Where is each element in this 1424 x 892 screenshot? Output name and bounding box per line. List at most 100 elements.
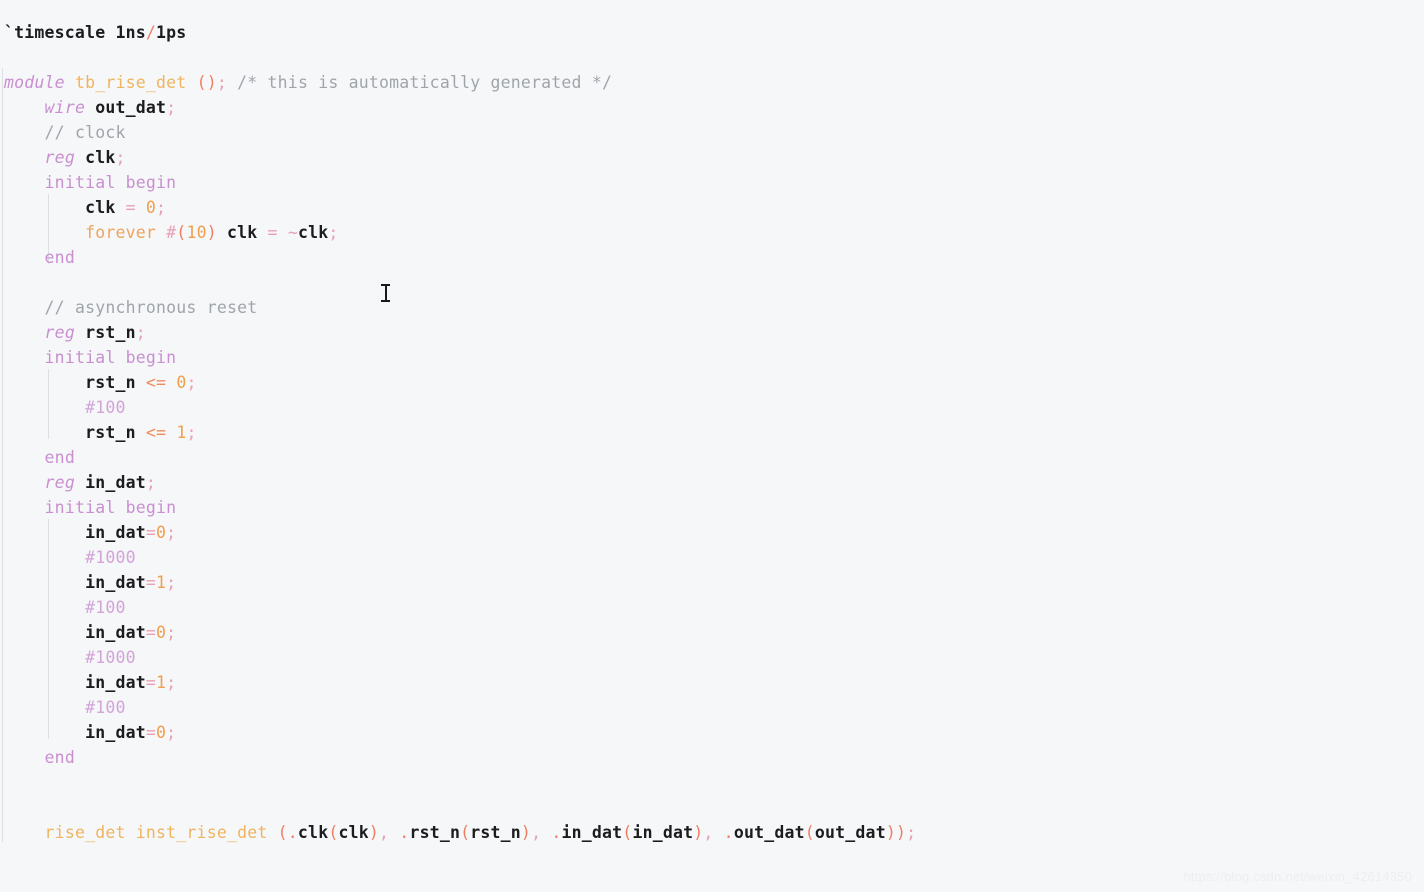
code-token-number: 0 <box>156 623 167 642</box>
code-line[interactable]: clk = 0; <box>0 195 166 220</box>
code-token-paren: ( <box>460 823 471 842</box>
code-token-punct: ; <box>166 673 177 692</box>
code-token-ident: clk <box>338 823 369 842</box>
code-token-ident: rst_n <box>85 373 136 392</box>
code-line[interactable]: initial begin <box>0 345 177 370</box>
code-token-eq: = <box>145 623 157 642</box>
code-line[interactable]: `timescale 1ns/1ps <box>0 20 186 45</box>
code-token-type: wire <box>44 98 86 117</box>
code-token-keyword: end <box>44 448 75 467</box>
code-line[interactable]: wire out_dat; <box>0 95 177 120</box>
code-line[interactable]: // clock <box>0 120 126 145</box>
code-line[interactable]: in_dat=0; <box>0 620 176 645</box>
code-line[interactable]: in_dat=1; <box>0 670 176 695</box>
code-token-punct: ; <box>166 523 177 542</box>
code-line[interactable] <box>0 770 14 795</box>
code-token-punct: ; <box>186 373 197 392</box>
code-line[interactable] <box>0 795 14 820</box>
code-line[interactable]: #1000 <box>0 545 136 570</box>
code-token-ident: clk <box>297 223 329 242</box>
code-token-punct: ; <box>166 573 177 592</box>
code-token-paren: ) <box>368 823 380 842</box>
code-token-eq: = <box>145 723 157 742</box>
code-token-ident: out_dat <box>95 98 167 117</box>
code-token-keyword: initial begin <box>44 498 177 517</box>
code-line[interactable]: end <box>0 245 75 270</box>
code-line[interactable]: rst_n <= 0; <box>0 370 197 395</box>
code-line[interactable]: in_dat=0; <box>0 520 176 545</box>
code-line[interactable] <box>0 270 14 295</box>
code-token-punct: ; <box>115 148 126 167</box>
code-token-punct: , <box>379 823 390 842</box>
code-line[interactable]: rst_n <= 1; <box>0 420 197 445</box>
code-token-paren: ) <box>520 823 532 842</box>
code-line[interactable]: in_dat=1; <box>0 570 176 595</box>
code-line[interactable]: #100 <box>0 395 126 420</box>
code-token-ident: in_dat <box>85 623 146 642</box>
code-token-type: module <box>4 73 65 92</box>
code-editor-canvas[interactable]: `timescale 1ns/1ps module tb_rise_det ()… <box>0 0 1424 892</box>
text-ibeam-cursor-icon <box>381 283 390 303</box>
code-line[interactable]: end <box>0 745 75 770</box>
code-line[interactable]: in_dat=0; <box>0 720 176 745</box>
code-token-keyword: initial begin <box>44 173 177 192</box>
code-line[interactable]: rise_det inst_rise_det (.clk(clk), .rst_… <box>0 820 917 845</box>
code-token-punct: ; <box>145 473 157 492</box>
code-token-ident: clk <box>297 823 329 842</box>
code-token-ident: out_dat <box>814 823 886 842</box>
code-line[interactable]: reg rst_n; <box>0 320 146 345</box>
code-line[interactable]: initial begin <box>0 170 177 195</box>
code-token-punct: ; <box>135 323 146 342</box>
code-token-punct: ; <box>216 73 227 92</box>
code-token-keyword: initial begin <box>44 348 177 367</box>
code-token-ident: clk <box>227 223 258 242</box>
code-token-ident: in_dat <box>632 823 694 842</box>
code-line[interactable] <box>0 45 14 70</box>
code-line[interactable]: // asynchronous reset <box>0 295 258 320</box>
code-line[interactable]: #100 <box>0 695 126 720</box>
code-token-op: <= <box>145 423 167 442</box>
code-token-paren: ) <box>693 823 704 842</box>
code-token-delay: #100 <box>85 698 126 717</box>
code-line[interactable]: initial begin <box>0 495 177 520</box>
code-line[interactable]: module tb_rise_det (); /* this is automa… <box>0 70 612 95</box>
code-token-ident: in_dat <box>85 573 146 592</box>
code-line[interactable]: #1000 <box>0 645 136 670</box>
code-token-keyword: end <box>44 748 75 767</box>
code-token-punct: ; <box>156 198 167 217</box>
code-token-paren: ) <box>206 223 217 242</box>
code-token-eq: = <box>145 573 157 592</box>
code-line[interactable]: #100 <box>0 595 126 620</box>
code-token-number: 0 <box>156 523 167 542</box>
code-token-ident: in_dat <box>85 523 146 542</box>
code-line[interactable]: reg in_dat; <box>0 470 156 495</box>
code-line[interactable]: forever #(10) clk = ~clk; <box>0 220 339 245</box>
code-token-delay: #100 <box>85 398 126 417</box>
code-token-paren: ( <box>622 823 633 842</box>
code-line[interactable]: reg clk; <box>0 145 126 170</box>
code-token-func: tb_rise_det <box>74 73 187 92</box>
watermark-url: https://blog.csdn.net/weixin_42614350 <box>1183 869 1412 884</box>
code-line[interactable]: end <box>0 445 75 470</box>
